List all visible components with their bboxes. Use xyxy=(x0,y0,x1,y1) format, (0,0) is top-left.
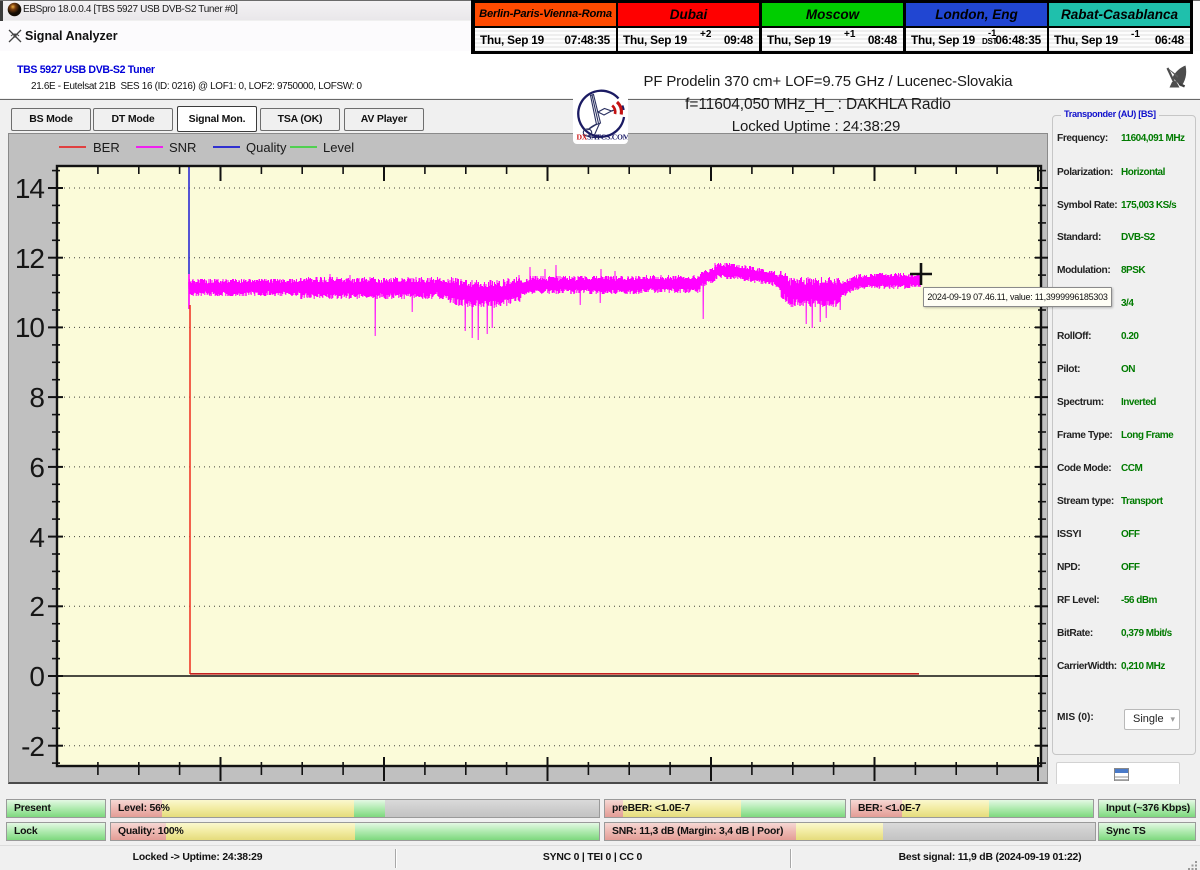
svg-text:12: 12 xyxy=(15,243,45,274)
svg-text:4: 4 xyxy=(29,522,44,553)
svg-text:DXSATCS.COM: DXSATCS.COM xyxy=(577,133,629,142)
svg-text:10: 10 xyxy=(15,312,45,343)
svg-text:0: 0 xyxy=(29,661,44,692)
svg-text:8: 8 xyxy=(29,382,44,413)
svg-text:6: 6 xyxy=(29,452,44,483)
svg-text:14: 14 xyxy=(15,173,45,204)
svg-text:2: 2 xyxy=(29,591,44,622)
svg-text:-2: -2 xyxy=(21,731,44,762)
